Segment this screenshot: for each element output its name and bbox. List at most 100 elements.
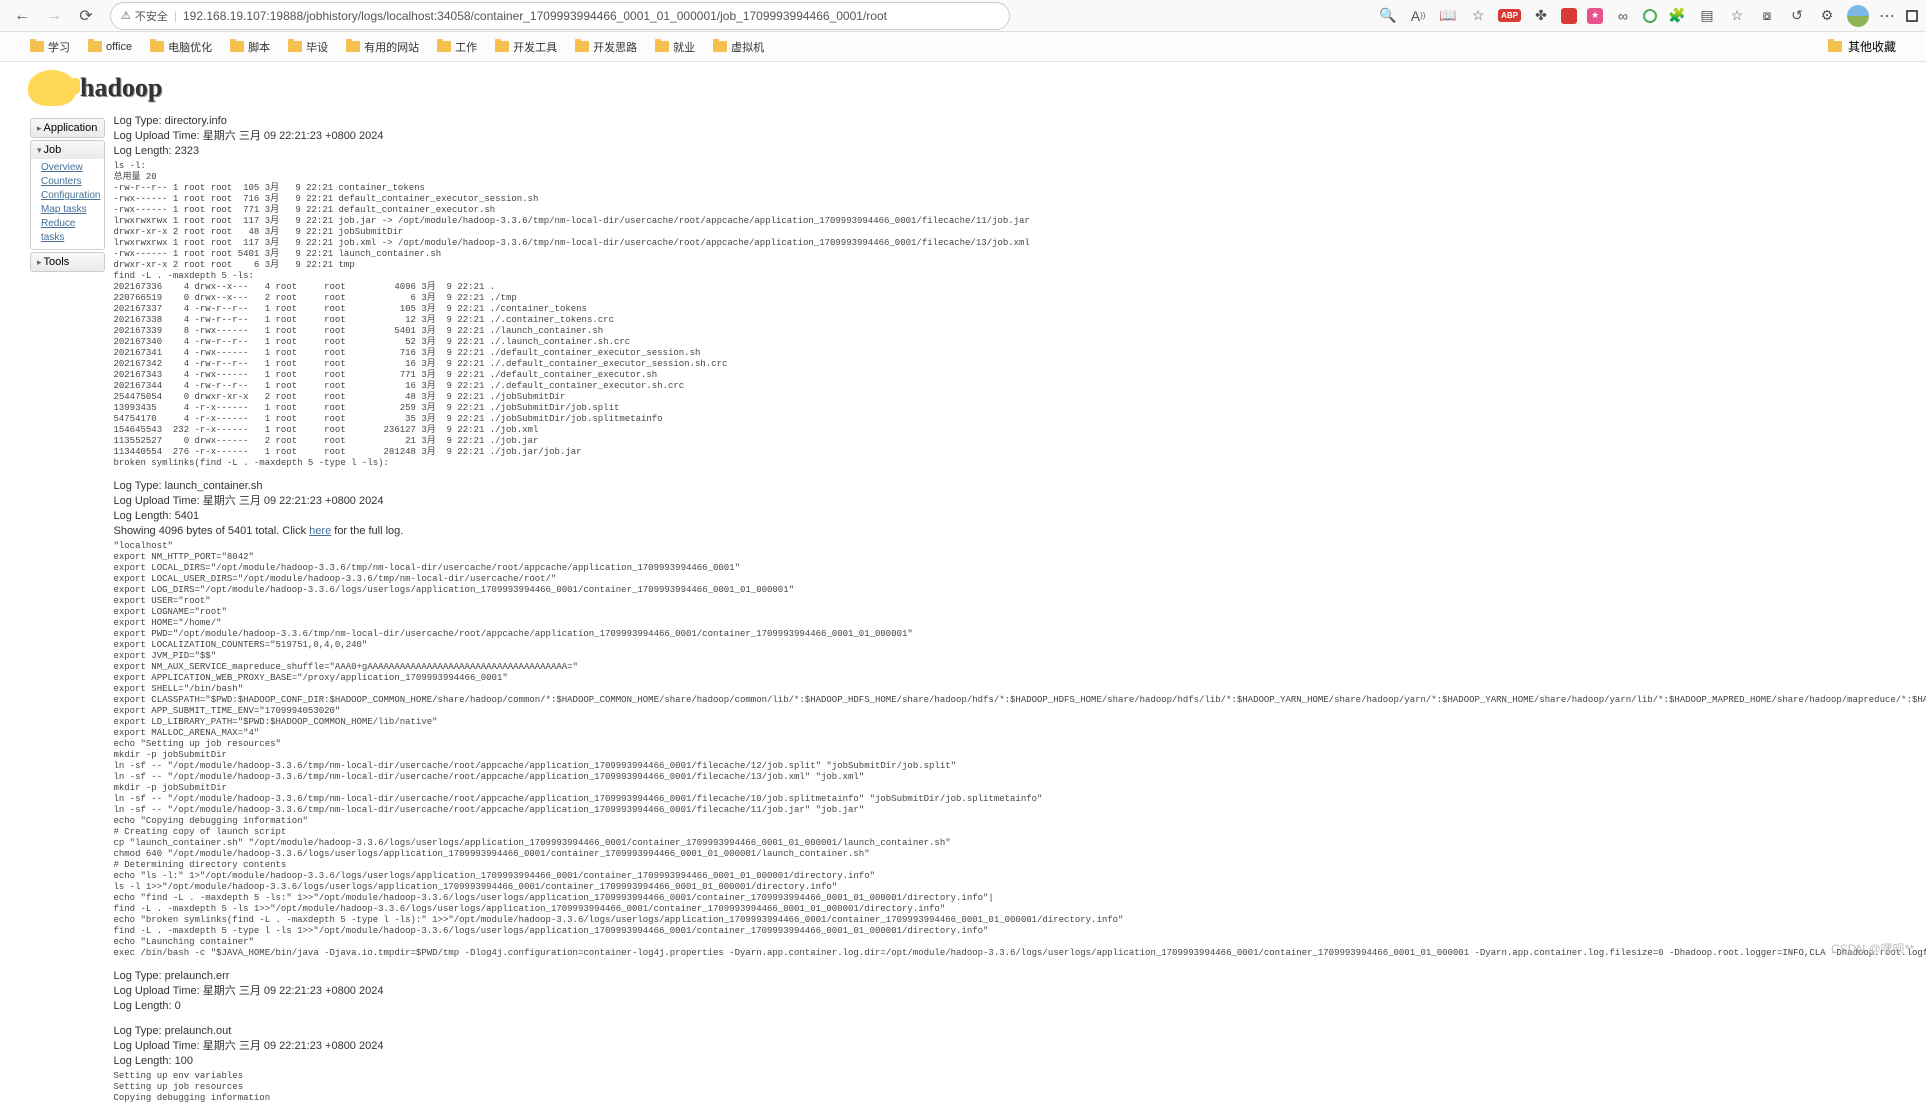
history-icon[interactable]: ↺ [1787, 6, 1807, 26]
performance-icon[interactable]: ⚙ [1817, 6, 1837, 26]
favorites-star-icon[interactable]: ☆ [1727, 6, 1747, 26]
refresh-button[interactable]: ⟳ [72, 2, 100, 30]
bookmark-item[interactable]: 开发工具 [495, 39, 557, 55]
sidebar-job-links: OverviewCountersConfigurationMap tasksRe… [31, 159, 104, 249]
log-meta-line: Log Upload Time: 星期六 三月 09 22:21:23 +080… [113, 494, 1926, 509]
extension-green-icon[interactable] [1643, 9, 1657, 23]
folder-icon [1828, 41, 1842, 52]
sidebar-section-tools: ▸Tools [30, 252, 105, 272]
sidebar-link[interactable]: Configuration [41, 189, 100, 203]
bookmark-label: 学习 [48, 39, 70, 55]
folder-icon [575, 41, 589, 52]
sidebar-header-application[interactable]: ▸Application [31, 119, 104, 137]
bookmarks-list: 学习 office 电脑优化 脚本 毕设 有用的网站 工作 开发工具 开发思路 就业 虚拟机 [30, 39, 764, 55]
browser-toolbar: ← → ⟳ ⚠ 不安全 | 192.168.19.107:19888/jobhi… [0, 0, 1926, 32]
bookmark-label: 就业 [673, 39, 695, 55]
insecure-label: 不安全 [135, 8, 168, 24]
log-section: Log Type: prelaunch.outLog Upload Time: … [113, 1024, 1926, 1104]
sidebar-header-tools[interactable]: ▸Tools [31, 253, 104, 271]
main-layout: ▸Application ▾Job OverviewCountersConfig… [0, 114, 1926, 1114]
sidebar-header-job[interactable]: ▾Job [31, 141, 104, 159]
bookmark-item[interactable]: 学习 [30, 39, 70, 55]
watermark: CSDN @嘿呗** [1831, 940, 1914, 957]
zoom-out-icon[interactable]: 🔍 [1378, 6, 1398, 26]
bookmark-item[interactable]: 有用的网站 [346, 39, 419, 55]
extension-flower-icon[interactable]: ✤ [1531, 6, 1551, 26]
full-log-link[interactable]: here [309, 525, 331, 537]
back-button[interactable]: ← [8, 2, 36, 30]
bookmark-item[interactable]: office [88, 39, 132, 55]
folder-icon [150, 41, 164, 52]
abp-extension-icon[interactable]: ABP [1498, 9, 1521, 22]
log-meta-line: Log Length: 0 [113, 999, 1926, 1014]
log-showing-line: Showing 4096 bytes of 5401 total. Click … [113, 524, 1926, 539]
bookmark-label: 有用的网站 [364, 39, 419, 55]
sidebar-link[interactable]: Overview [41, 161, 100, 175]
log-meta-line: Log Type: directory.info [113, 114, 1926, 129]
sidebar-tools-label: Tools [44, 256, 70, 268]
folder-icon [30, 41, 44, 52]
profile-avatar[interactable] [1847, 5, 1869, 27]
separator: | [174, 9, 177, 23]
insecure-badge: ⚠ 不安全 [121, 8, 168, 24]
forward-button[interactable]: → [40, 2, 68, 30]
bookmark-label: 开发思路 [593, 39, 637, 55]
favorite-star-icon[interactable]: ☆ [1468, 6, 1488, 26]
sidebar-link[interactable]: Counters [41, 175, 100, 189]
url-text: 192.168.19.107:19888/jobhistory/logs/loc… [183, 9, 887, 23]
bookmark-label: 毕设 [306, 39, 328, 55]
bookmark-item[interactable]: 虚拟机 [713, 39, 764, 55]
folder-icon [437, 41, 451, 52]
log-meta-line: Log Upload Time: 星期六 三月 09 22:21:23 +080… [113, 984, 1926, 999]
more-menu-icon[interactable]: ⋯ [1879, 6, 1896, 26]
page-header: hadoop [0, 62, 1926, 114]
log-meta-line: Log Length: 2323 [113, 144, 1926, 159]
extension-pink-icon[interactable]: ★ [1587, 8, 1603, 24]
log-section: Log Type: prelaunch.errLog Upload Time: … [113, 969, 1926, 1014]
bookmark-item[interactable]: 开发思路 [575, 39, 637, 55]
folder-icon [713, 41, 727, 52]
chevron-down-icon: ▾ [37, 145, 42, 155]
bookmark-item[interactable]: 脚本 [230, 39, 270, 55]
log-meta-line: Log Type: prelaunch.err [113, 969, 1926, 984]
log-meta-line: Log Type: prelaunch.out [113, 1024, 1926, 1039]
sidebar-section-job: ▾Job OverviewCountersConfigurationMap ta… [30, 140, 105, 250]
extension-red-icon[interactable] [1561, 8, 1577, 24]
bookmark-item[interactable]: 就业 [655, 39, 695, 55]
bookmarks-overflow-label: 其他收藏 [1848, 38, 1896, 55]
folder-icon [495, 41, 509, 52]
bookmarks-overflow[interactable]: 其他收藏 [1828, 38, 1896, 55]
folder-icon [655, 41, 669, 52]
log-meta-line: Log Upload Time: 星期六 三月 09 22:21:23 +080… [113, 129, 1926, 144]
collections-icon[interactable]: ⧇ [1757, 6, 1777, 26]
reader-icon[interactable]: 📖 [1438, 6, 1458, 26]
hadoop-brand-text: hadoop [80, 73, 162, 103]
bookmark-item[interactable]: 毕设 [288, 39, 328, 55]
bookmark-label: office [106, 41, 132, 53]
folder-icon [230, 41, 244, 52]
elephant-icon [28, 70, 76, 106]
sidebar-application-label: Application [44, 122, 98, 134]
log-section: Log Type: launch_container.shLog Upload … [113, 479, 1926, 959]
hadoop-logo[interactable]: hadoop [28, 70, 1926, 106]
panel-icon[interactable]: ▤ [1697, 6, 1717, 26]
sidebar: ▸Application ▾Job OverviewCountersConfig… [30, 118, 105, 274]
bookmark-label: 电脑优化 [168, 39, 212, 55]
address-bar[interactable]: ⚠ 不安全 | 192.168.19.107:19888/jobhistory/… [110, 2, 1010, 30]
puzzle-icon[interactable]: 🧩 [1667, 6, 1687, 26]
log-meta-line: Log Length: 100 [113, 1054, 1926, 1069]
folder-icon [288, 41, 302, 52]
sidebar-link[interactable]: Reduce tasks [41, 217, 100, 245]
chevron-right-icon: ▸ [37, 257, 42, 267]
text-size-icon[interactable]: A)) [1408, 6, 1428, 26]
bookmark-item[interactable]: 电脑优化 [150, 39, 212, 55]
sidebar-link[interactable]: Map tasks [41, 203, 100, 217]
infinity-icon[interactable]: ∞ [1613, 6, 1633, 26]
bookmark-item[interactable]: 工作 [437, 39, 477, 55]
log-meta-line: Log Length: 5401 [113, 509, 1926, 524]
bookmarks-bar: 学习 office 电脑优化 脚本 毕设 有用的网站 工作 开发工具 开发思路 就业 虚拟机 其他收… [0, 32, 1926, 62]
toolbar-icons: 🔍 A)) 📖 ☆ ABP ✤ ★ ∞ 🧩 ▤ ☆ ⧇ ↺ ⚙ ⋯ [1378, 5, 1918, 27]
maximize-icon[interactable] [1906, 10, 1918, 22]
log-body: "localhost" export NM_HTTP_PORT="8042" e… [113, 541, 1926, 959]
sidebar-job-label: Job [44, 144, 62, 156]
